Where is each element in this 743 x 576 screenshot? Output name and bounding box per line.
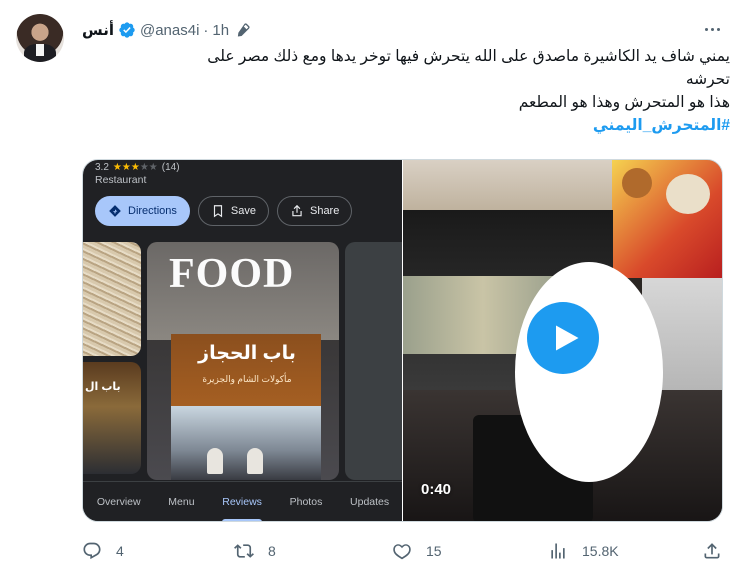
- video-menu-poster: [612, 160, 722, 278]
- share-button[interactable]: [702, 541, 722, 561]
- maps-tab-updates: Updates: [350, 495, 390, 508]
- maps-tab-overview: Overview: [96, 495, 141, 508]
- maps-rating-value: 3.2: [95, 162, 109, 173]
- video-duration: 0:40: [421, 481, 452, 498]
- share-icon: [292, 204, 302, 217]
- edited-pencil-icon[interactable]: [235, 22, 251, 38]
- maps-photo-main: FOOD باب الحجاز مأكولات الشام والجزيرة: [147, 242, 339, 480]
- shop-glass-front: [171, 406, 321, 480]
- maps-tab-photos: Photos: [289, 495, 323, 508]
- maps-save-button: Save: [197, 196, 269, 226]
- avatar-collar: [36, 44, 44, 56]
- tweet: أنس @anas4i · 1h يمني شاف يد الكاشيرة ما…: [0, 0, 743, 576]
- maps-tabs: Overview Menu Reviews Photos Updates: [83, 481, 402, 521]
- person-figure: [207, 448, 223, 474]
- maps-share-button: Share: [276, 196, 353, 226]
- views-button[interactable]: 15.8K: [548, 541, 619, 561]
- food-court-sign: FOOD: [169, 251, 295, 297]
- shop-sign: باب الحجاز: [198, 343, 296, 364]
- more-options-icon[interactable]: [701, 18, 723, 40]
- maps-directions-label: Directions: [128, 205, 177, 217]
- maps-stars-icon: ★★★★★: [112, 162, 158, 173]
- verified-badge-icon: [119, 22, 135, 38]
- separator-dot: ·: [203, 21, 209, 39]
- reply-count: 4: [116, 543, 124, 559]
- tweet-header: أنس @anas4i · 1h: [82, 18, 251, 42]
- maps-photo-storefront-small: باب ال: [83, 362, 141, 474]
- maps-tab-reviews: Reviews: [222, 482, 262, 521]
- shop-subtitle: مأكولات الشام والجزيرة: [202, 374, 292, 384]
- retweet-count: 8: [268, 543, 276, 559]
- person-figure: [247, 448, 263, 474]
- maps-save-label: Save: [230, 205, 256, 217]
- directions-icon: [109, 205, 121, 217]
- handle[interactable]: @anas4i: [140, 22, 199, 39]
- tweet-text: يمني شاف يد الكاشيرة ماصدق على الله يتحر…: [82, 45, 730, 137]
- video-blur-overlay: [515, 262, 663, 482]
- maps-directions-button: Directions: [95, 196, 190, 226]
- reply-button[interactable]: 4: [82, 541, 124, 561]
- maps-photo-placeholder: [345, 242, 402, 480]
- tweet-text-line-2: تحرشه: [685, 71, 730, 88]
- action-bar: 4 8 15 15.8K: [82, 536, 727, 566]
- maps-photo-food: [83, 242, 141, 356]
- maps-photo-side-sign: باب ال: [85, 381, 121, 393]
- like-count: 15: [426, 543, 442, 559]
- analytics-icon: [551, 543, 565, 559]
- heart-icon: [393, 544, 411, 560]
- display-name[interactable]: أنس: [82, 21, 114, 39]
- like-button[interactable]: 15: [392, 541, 442, 561]
- media-container: 3.2 ★★★★★ (14) Restaurant Directions Sav…: [82, 159, 723, 522]
- maps-tab-menu: Menu: [168, 495, 195, 508]
- video-thumbnail[interactable]: 0:40: [403, 160, 722, 521]
- hashtag-link[interactable]: #المتحرش_اليمني: [593, 117, 730, 134]
- play-icon: [556, 325, 579, 351]
- views-count: 15.8K: [582, 543, 619, 559]
- retweet-icon: [234, 544, 254, 558]
- tweet-text-line-3: هذا هو المتحرش وهذا هو المطعم: [518, 94, 730, 111]
- bookmark-icon: [213, 205, 222, 218]
- tweet-text-line-1: يمني شاف يد الكاشيرة ماصدق على الله يتحر…: [207, 48, 730, 65]
- avatar[interactable]: [16, 14, 64, 62]
- share-upload-icon: [704, 543, 720, 559]
- reply-icon: [83, 542, 101, 560]
- maps-share-label: Share: [309, 205, 340, 217]
- play-button[interactable]: [527, 302, 599, 374]
- maps-review-count: (14): [161, 162, 180, 173]
- maps-photo-strip: باب ال FOOD باب الحجاز مأكولات الشام وال…: [83, 242, 402, 482]
- maps-screenshot-image[interactable]: 3.2 ★★★★★ (14) Restaurant Directions Sav…: [83, 160, 402, 521]
- maps-category: Restaurant: [95, 174, 147, 186]
- maps-rating-row: 3.2 ★★★★★ (14): [95, 162, 180, 173]
- retweet-button[interactable]: 8: [234, 541, 276, 561]
- timestamp[interactable]: 1h: [212, 22, 229, 39]
- maps-action-buttons: Directions Save Share: [95, 196, 353, 226]
